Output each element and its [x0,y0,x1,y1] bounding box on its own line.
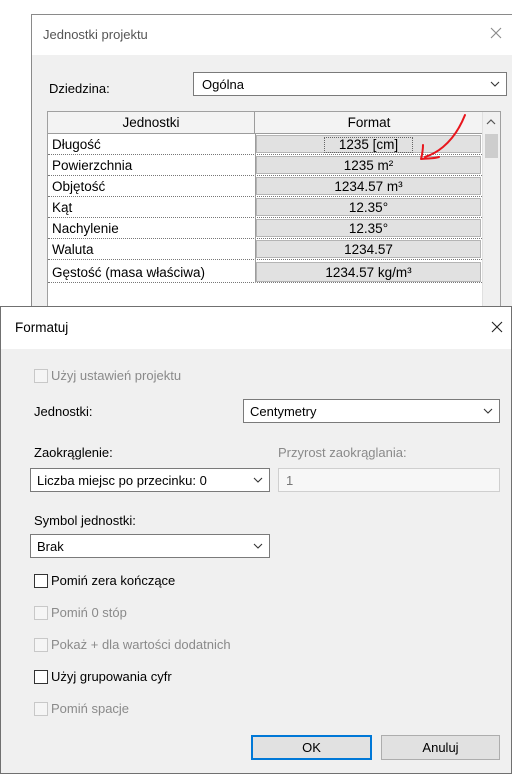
unit-name: Kąt [52,200,73,215]
units-select[interactable]: Centymetry [243,399,500,423]
show-plus-checkbox[interactable] [34,638,48,652]
suppress-trailing-zeros-checkbox[interactable] [34,574,48,588]
format-value: 1235 [cm] [323,137,414,153]
table-row[interactable]: Gęstość (masa właściwa) 1234.57 kg/m³ [48,260,484,283]
table-row[interactable]: Nachylenie 12.35° [48,218,484,239]
close-icon[interactable] [486,23,506,43]
show-plus-label: Pokaż + dla wartości dodatnich [51,637,231,652]
close-icon[interactable] [487,317,507,337]
table-row[interactable]: Waluta 1234.57 [48,239,484,260]
table-row[interactable]: Objętość 1234.57 m³ [48,176,484,197]
rounding-label: Zaokrąglenie: [34,445,113,460]
unit-symbol-value: Brak [37,539,64,554]
rounding-increment-label: Przyrost zaokrąglania: [278,445,407,460]
red-arrow-annotation-icon [420,114,466,160]
unit-name: Nachylenie [52,221,119,236]
table-scrollbar[interactable] [482,112,500,320]
rounding-increment-value: 1 [286,473,294,488]
unit-name: Gęstość (masa właściwa) [52,265,206,280]
discipline-label: Dziedzina: [49,81,110,96]
title-bar: Jednostki projektu [32,15,512,55]
rounding-select[interactable]: Liczba miejsc po przecinku: 0 [30,468,270,492]
chevron-down-icon [253,477,263,483]
format-dialog: Formatuj Użyj ustawień projektu Jednostk… [0,306,512,774]
suppress-trailing-zeros-label: Pomiń zera kończące [51,573,176,588]
rounding-increment-input[interactable]: 1 [278,468,500,492]
unit-name: Objętość [52,179,106,194]
format-button[interactable]: 1234.57 kg/m³ [256,262,481,282]
suppress-spaces-checkbox[interactable] [34,702,48,716]
use-project-settings-checkbox[interactable] [34,369,48,383]
discipline-value: Ogólna [202,77,244,92]
digit-grouping-checkbox[interactable] [34,670,48,684]
units-label: Jednostki: [34,404,93,419]
suppress-zero-feet-label: Pomiń 0 stóp [51,605,127,620]
unit-symbol-label: Symbol jednostki: [34,513,136,528]
units-value: Centymetry [250,404,317,419]
unit-name: Waluta [52,242,94,257]
suppress-zero-feet-checkbox[interactable] [34,606,48,620]
use-project-settings-label: Użyj ustawień projektu [51,368,182,383]
chevron-up-icon[interactable] [486,118,496,126]
dialog-title: Jednostki projektu [43,27,148,42]
cancel-button[interactable]: Anuluj [381,735,500,760]
scrollbar-thumb[interactable] [485,134,498,158]
ok-button[interactable]: OK [251,735,372,760]
format-button[interactable]: 1234.57 m³ [256,177,481,195]
rounding-value: Liczba miejsc po przecinku: 0 [37,473,207,488]
format-button[interactable]: 1234.57 [256,240,481,258]
format-button[interactable]: 12.35° [256,198,481,216]
column-header-units: Jednostki [48,112,255,134]
unit-name: Długość [52,137,101,152]
dialog-title: Formatuj [15,320,69,335]
discipline-select[interactable]: Ogólna [193,72,507,96]
chevron-down-icon [490,81,500,87]
digit-grouping-label: Użyj grupowania cyfr [51,669,172,684]
chevron-down-icon [253,543,263,549]
format-button[interactable]: 12.35° [256,219,481,237]
chevron-down-icon [483,408,493,414]
unit-name: Powierzchnia [52,158,133,173]
unit-symbol-select[interactable]: Brak [30,534,270,558]
suppress-spaces-label: Pomiń spacje [51,701,130,716]
title-bar: Formatuj [1,307,511,349]
table-row[interactable]: Kąt 12.35° [48,197,484,218]
